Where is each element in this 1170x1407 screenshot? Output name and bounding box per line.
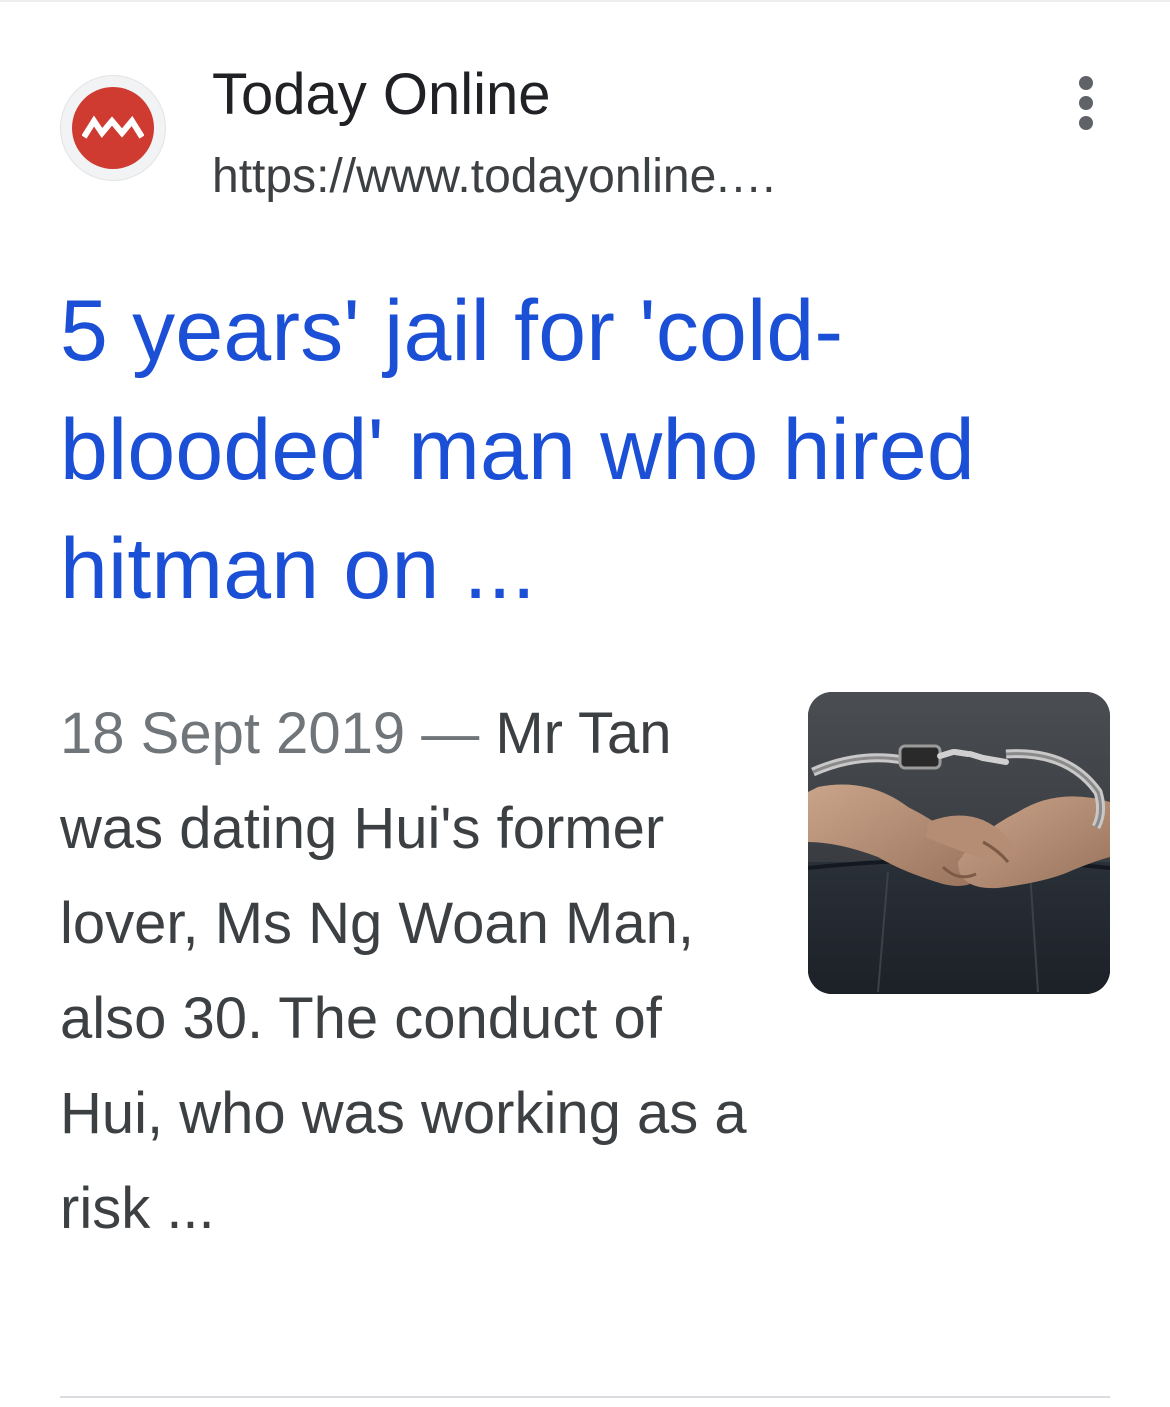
site-favicon[interactable]: [60, 75, 166, 181]
site-name[interactable]: Today Online: [212, 60, 551, 130]
result-title-link[interactable]: 5 years' jail for 'cold-blooded' man who…: [60, 272, 1120, 629]
more-options-button[interactable]: [1056, 70, 1116, 136]
handcuffed-hands-image: [808, 692, 1110, 994]
site-url[interactable]: https://www.todayonline.…: [212, 146, 778, 208]
vertical-dots-icon: [1079, 76, 1093, 130]
search-result-card: Today Online https://www.todayonline.… 5…: [0, 0, 1170, 1407]
snippet-separator: —: [405, 701, 496, 766]
snippet-text: Mr Tan was dating Hui's former lover, Ms…: [60, 701, 747, 1241]
snippet-date: 18 Sept 2019: [60, 701, 406, 766]
bottom-divider: [60, 1396, 1110, 1398]
result-thumbnail[interactable]: [808, 692, 1110, 994]
todayonline-logo-icon: [72, 87, 154, 169]
result-snippet: 18 Sept 2019 — Mr Tan was dating Hui's f…: [60, 686, 750, 1256]
